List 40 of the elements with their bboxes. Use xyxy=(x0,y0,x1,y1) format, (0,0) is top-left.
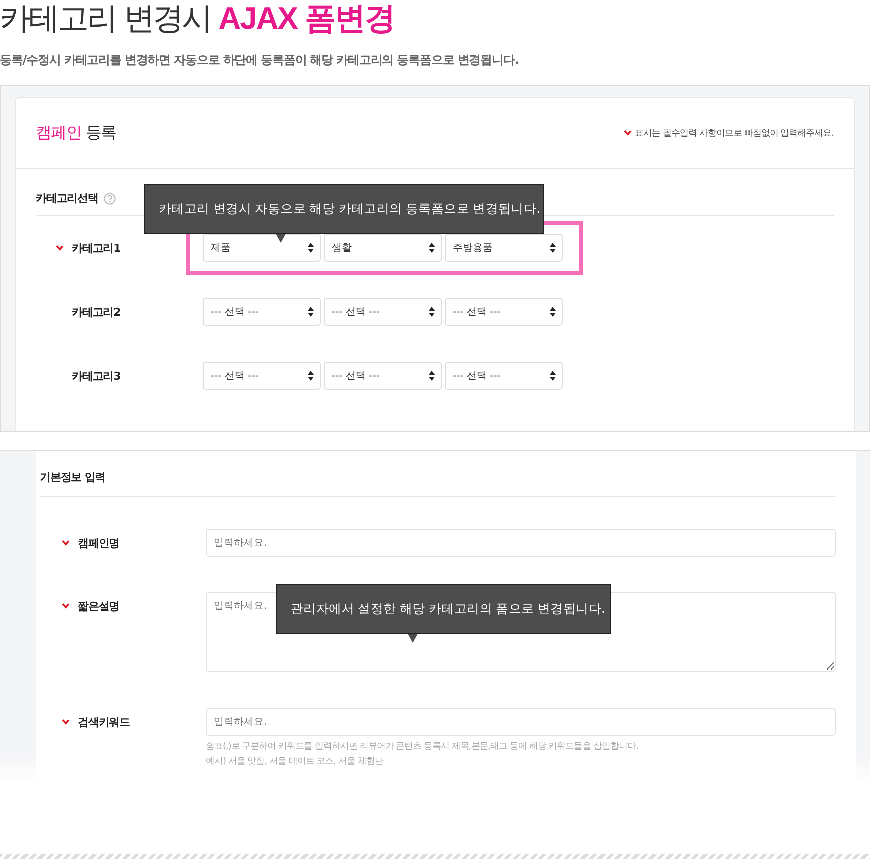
card-title: 캠페인 등록 xyxy=(36,122,116,144)
required-note: 표시는 필수입력 사항이므로 빠짐없이 입력해주세요. xyxy=(635,128,834,140)
sort-arrows-icon xyxy=(308,371,314,381)
tooltip: 관리자에서 설정한 해당 카테고리의 폼으로 변경됩니다. xyxy=(276,584,611,634)
field-label: 짧은설명 xyxy=(78,598,120,614)
section-title: 카테고리선택 xyxy=(36,191,98,206)
select-field[interactable]: --- 선택 --- xyxy=(203,362,321,390)
sort-arrows-icon xyxy=(550,243,556,253)
field-label: 검색키워드 xyxy=(78,714,130,730)
tooltip: 카테고리 변경시 자동으로 해당 카테고리의 등록폼으로 변경됩니다. xyxy=(144,184,544,234)
select-field[interactable]: --- 선택 --- xyxy=(445,298,563,326)
select-field[interactable]: --- 선택 --- xyxy=(203,298,321,326)
select-field[interactable]: --- 선택 --- xyxy=(324,298,442,326)
select-field[interactable]: 주방용품 xyxy=(445,234,563,262)
sort-arrows-icon xyxy=(550,371,556,381)
tooltip-pointer xyxy=(408,634,418,643)
sort-arrows-icon xyxy=(429,307,435,317)
sort-arrows-icon xyxy=(429,243,435,253)
field-label: 캠페인명 xyxy=(78,536,120,550)
field-label: 카테고리2 xyxy=(72,304,121,320)
help-text: 예시) 서울 맛집, 서울 데이트 코스, 서울 체험단 xyxy=(206,756,385,769)
tooltip-pointer xyxy=(276,234,286,243)
page-description: 등록/수정시 카테고리를 변경하면 자동으로 하단에 등록폼이 해당 카테고리의 등록폼으로 변경됩니다. xyxy=(0,52,520,69)
select-field[interactable]: 생활 xyxy=(324,234,442,262)
sort-arrows-icon xyxy=(550,307,556,317)
section-title: 기본정보 입력 xyxy=(40,471,106,484)
page-title: 카테고리 변경시 AJAX 폼변경 xyxy=(0,0,396,38)
select-field[interactable]: --- 선택 --- xyxy=(324,362,442,390)
help-icon[interactable] xyxy=(104,192,116,204)
input-field[interactable]: 입력하세요. xyxy=(206,708,836,736)
check-icon xyxy=(624,130,632,136)
help-text: 쉼표(,)로 구분하여 키워드를 입력하시면 리뷰어가 콘텐츠 등록시 제목,본문,태그 등에 해당 키워드들을 삽입합니다. xyxy=(206,741,640,754)
sort-arrows-icon xyxy=(308,307,314,317)
sort-arrows-icon xyxy=(429,371,435,381)
field-label: 카테고리1 xyxy=(72,240,121,256)
input-field[interactable]: 입력하세요. xyxy=(206,529,836,557)
select-field[interactable]: --- 선택 --- xyxy=(445,362,563,390)
sort-arrows-icon xyxy=(308,243,314,253)
field-label: 카테고리3 xyxy=(72,368,121,384)
select-field[interactable]: 제품 xyxy=(203,234,321,262)
